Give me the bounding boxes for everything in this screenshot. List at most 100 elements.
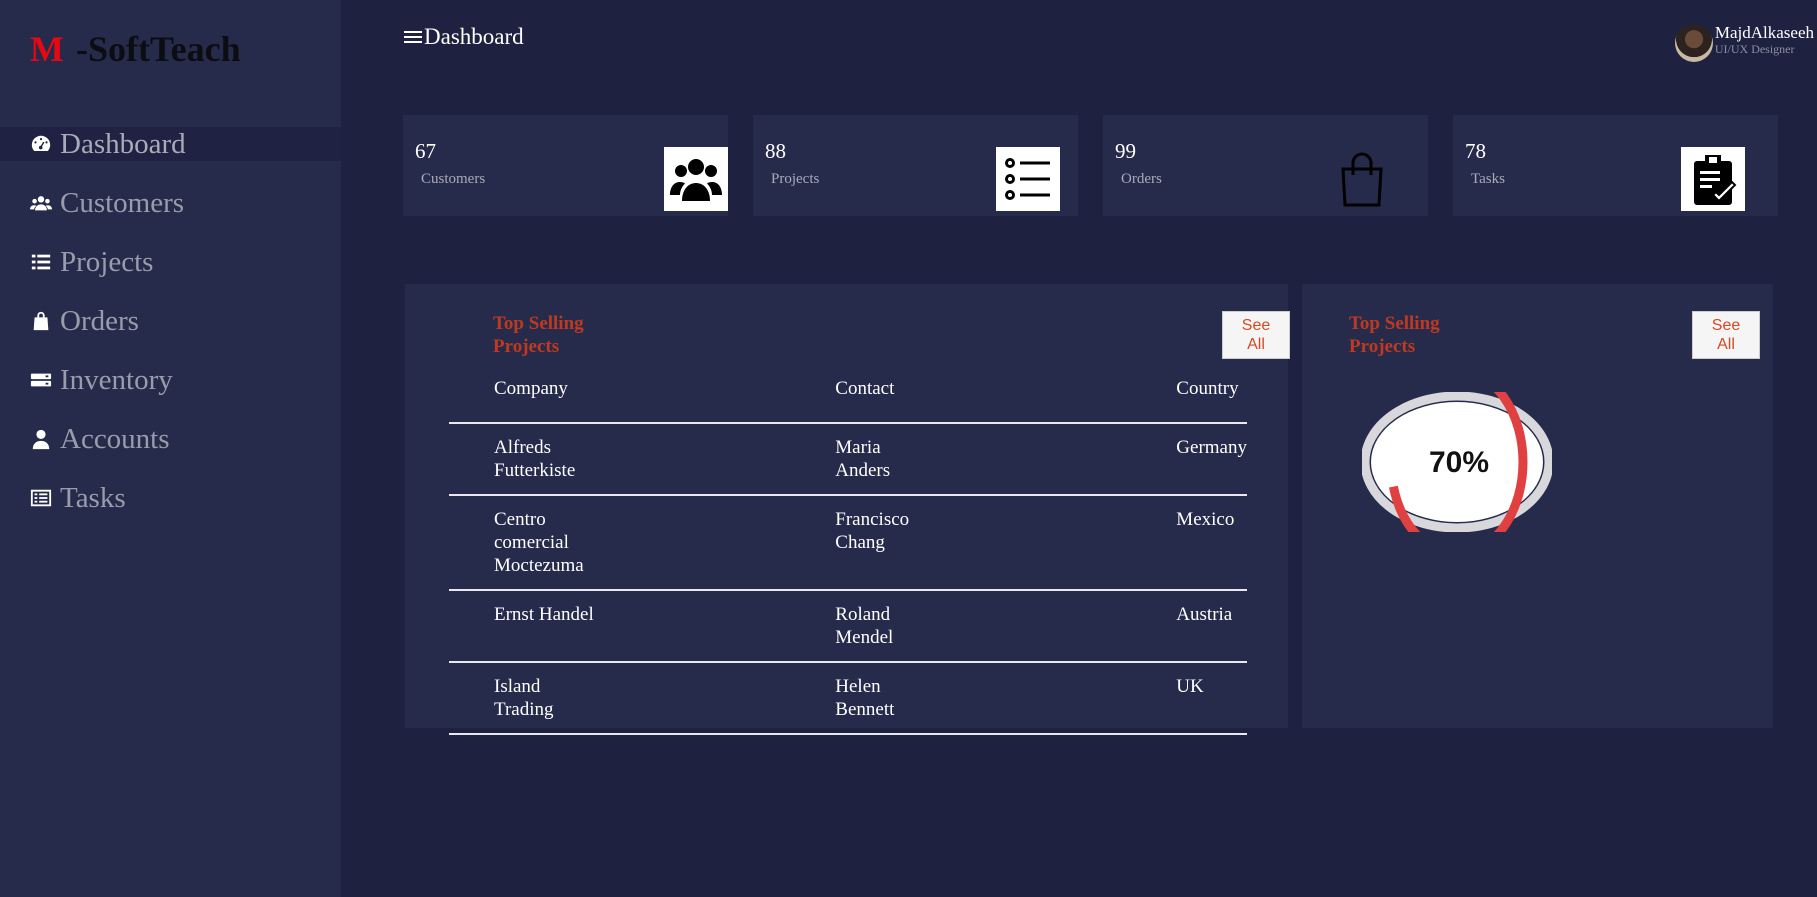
top-selling-table-panel: Top Selling Projects See All Company Cont…	[405, 284, 1290, 734]
stat-value: 88	[765, 139, 786, 163]
top-selling-table: Company Contact Country Alfreds Futterkis…	[449, 376, 1247, 735]
page-title: Dashboard	[404, 24, 524, 50]
cell-line: Moctezuma	[494, 555, 584, 576]
cell-line: Roland	[835, 604, 891, 625]
cell-company: Island Trading	[449, 662, 790, 734]
sidebar-item-orders[interactable]: Orders	[0, 304, 341, 338]
user-name: MajdAlkaseeh	[1714, 23, 1814, 42]
cell-line: Anders	[835, 460, 891, 481]
user-role: UI/UX Designer	[1714, 42, 1795, 56]
see-all-button[interactable]: See All	[1222, 311, 1290, 359]
sidebar-item-label: Accounts	[60, 422, 170, 455]
cell-country: Austria	[1176, 604, 1233, 625]
cell-line: Bennett	[835, 699, 895, 720]
cell-line: Island	[494, 676, 541, 697]
cell-line: Maria	[835, 437, 881, 458]
stat-label: Projects	[771, 171, 820, 187]
sidebar: M -SoftTeach Dashboard Customers Projects…	[0, 0, 341, 897]
sidebar-item-dashboard[interactable]: Dashboard	[0, 127, 341, 161]
stat-cards: 67 Customers 88 Projects 99 Orders 78 Ta…	[403, 115, 1778, 216]
see-all-label: See	[1241, 317, 1271, 334]
cell-contact: Helen Bennett	[790, 662, 1131, 734]
stat-card-customers[interactable]: 67 Customers	[403, 115, 728, 216]
panel-title-line: Projects	[493, 336, 560, 357]
stat-value: 99	[1115, 139, 1136, 163]
see-all-label: All	[1717, 336, 1735, 353]
cell-country: Germany	[1176, 437, 1247, 458]
cell-company: Ernst Handel	[449, 590, 790, 662]
cell-company: Centro comercial Moctezuma	[449, 495, 790, 590]
stat-label: Tasks	[1471, 171, 1505, 187]
avatar[interactable]	[1674, 24, 1713, 62]
sidebar-item-projects[interactable]: Projects	[0, 245, 341, 279]
sidebar-item-label: Orders	[60, 304, 139, 337]
sidebar-nav: Dashboard Customers Projects Orders Inve…	[0, 127, 341, 540]
stat-card-tasks[interactable]: 78 Tasks	[1453, 115, 1778, 216]
cell-line: Chang	[835, 532, 885, 553]
cell-country: UK	[1176, 676, 1204, 697]
server-icon	[29, 368, 53, 392]
cell-line: comercial	[494, 532, 569, 553]
table-row[interactable]: Centro comercial Moctezuma Francisco Chang …	[449, 495, 1247, 590]
column-header-company: Company	[494, 378, 568, 399]
cell-company: Alfreds Futterkiste	[449, 423, 790, 495]
panel-title-line: Top Selling	[493, 313, 584, 334]
see-all-label: All	[1247, 336, 1265, 353]
table-header-row: Company Contact Country	[449, 376, 1247, 423]
cell-country: Mexico	[1176, 509, 1235, 530]
cell-line: Trading	[494, 699, 554, 720]
sidebar-item-label: Projects	[60, 245, 154, 278]
sidebar-item-label: Customers	[60, 186, 185, 219]
stat-value: 78	[1465, 139, 1486, 163]
user-profile[interactable]: MajdAlkaseeh UI/UX Designer	[1674, 23, 1814, 62]
brand-name: -SoftTeach	[75, 29, 241, 69]
user-icon	[29, 427, 53, 451]
stat-label: Orders	[1121, 171, 1162, 187]
users-icon	[29, 191, 53, 215]
cell-contact: Roland Mendel	[790, 590, 1131, 662]
hamburger-menu-icon[interactable]	[404, 28, 422, 46]
column-header-contact: Contact	[835, 378, 895, 399]
sidebar-item-inventory[interactable]: Inventory	[0, 363, 341, 397]
cell-line: Helen	[835, 676, 881, 697]
panel-title: Top Selling Projects	[1349, 312, 1440, 358]
stat-label: Customers	[421, 171, 486, 187]
cell-line: Futterkiste	[494, 460, 576, 481]
cell-line: Mendel	[835, 627, 894, 648]
stat-value: 67	[415, 139, 436, 163]
shopping-bag-icon	[29, 309, 53, 333]
sidebar-item-label: Dashboard	[60, 127, 186, 160]
clipboard-check-icon	[1681, 147, 1745, 211]
progress-ring: 70%	[1362, 392, 1552, 532]
sidebar-item-tasks[interactable]: Tasks	[0, 481, 341, 515]
see-all-label: See	[1711, 317, 1741, 334]
panel-title-line: Top Selling	[1349, 313, 1440, 334]
table-row[interactable]: Alfreds Futterkiste Maria Anders Germany	[449, 423, 1247, 495]
sidebar-item-label: Inventory	[60, 363, 173, 396]
brand-letter: M	[30, 29, 64, 69]
brand-logo[interactable]: M -SoftTeach	[30, 28, 241, 70]
cell-line: Centro	[494, 509, 546, 530]
table-row[interactable]: Ernst Handel Roland Mendel Austria	[449, 590, 1247, 662]
see-all-button[interactable]: See All	[1692, 311, 1760, 359]
stat-card-orders[interactable]: 99 Orders	[1103, 115, 1428, 216]
sidebar-item-accounts[interactable]: Accounts	[0, 422, 341, 456]
sidebar-item-label: Tasks	[60, 481, 126, 514]
panel-title: Top Selling Projects	[493, 312, 584, 358]
cell-line: Ernst Handel	[494, 604, 594, 625]
sidebar-item-customers[interactable]: Customers	[0, 186, 341, 220]
cell-contact: Maria Anders	[790, 423, 1131, 495]
cell-contact: Francisco Chang	[790, 495, 1131, 590]
task-list-icon	[29, 486, 53, 510]
column-header-country: Country	[1176, 378, 1239, 399]
list-icon	[996, 147, 1060, 211]
cell-line: Alfreds	[494, 437, 551, 458]
top-selling-chart-panel: Top Selling Projects See All 70%	[1302, 284, 1773, 728]
stat-card-projects[interactable]: 88 Projects	[753, 115, 1078, 216]
users-icon	[664, 147, 728, 211]
table-row[interactable]: Island Trading Helen Bennett UK	[449, 662, 1247, 734]
cell-line: Francisco	[835, 509, 910, 530]
gauge-icon	[29, 132, 53, 156]
shopping-bag-icon	[1330, 147, 1394, 211]
panel-title-line: Projects	[1349, 336, 1416, 357]
